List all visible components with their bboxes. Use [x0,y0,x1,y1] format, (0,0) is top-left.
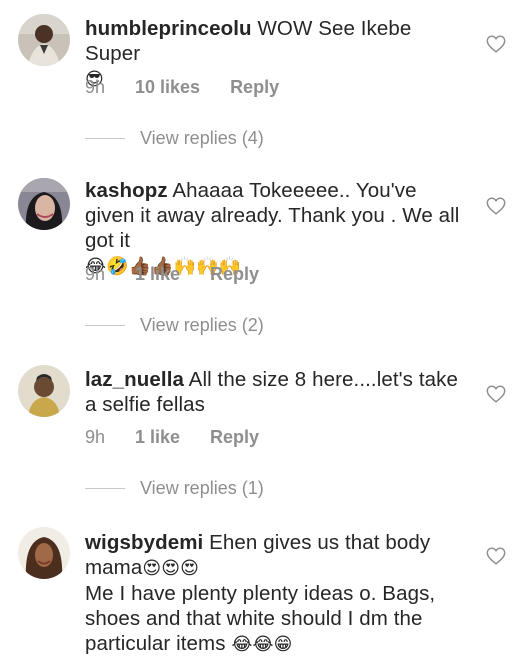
comment-body: laz_nuella All the size 8 here....let's … [85,367,470,417]
view-replies-label: View replies (4) [140,128,264,148]
comment-body: wigsbydemi Ehen gives us that body mama😍… [85,530,470,657]
avatar[interactable] [18,178,70,230]
heart-outline-icon[interactable] [485,545,507,567]
heart-outline-icon[interactable] [485,195,507,217]
comment-likes[interactable]: 10 likes [135,77,200,98]
divider-line [85,325,125,326]
comment-timestamp: 9h [85,427,106,447]
comment-emoji: 😍😍😍 [142,558,199,579]
divider-line [85,488,125,489]
heart-outline-icon[interactable] [485,383,507,405]
view-replies-button[interactable]: View replies (1) [85,478,264,499]
view-replies-label: View replies (2) [140,315,264,335]
comment-likes[interactable]: 1 like [135,427,180,448]
comment-timestamp: 9h [85,77,106,97]
comment-meta: 9h 10 likes Reply [85,77,279,98]
reply-button[interactable]: Reply [210,264,259,285]
comment-emoji: 😂😂😁 [231,634,293,655]
comment-meta: 9h 1 like Reply [85,264,259,285]
comment-username[interactable]: laz_nuella [85,368,184,391]
view-replies-button[interactable]: View replies (2) [85,315,264,336]
comment-username[interactable]: humbleprinceolu [85,17,252,40]
avatar[interactable] [18,14,70,66]
comment-meta: 9h 1 like Reply [85,427,259,448]
avatar[interactable] [18,527,70,579]
view-replies-label: View replies (1) [140,478,264,498]
reply-button[interactable]: Reply [230,77,279,98]
comment-timestamp: 9h [85,264,106,284]
heart-outline-icon[interactable] [485,33,507,55]
comment-username[interactable]: wigsbydemi [85,531,203,554]
comment-likes[interactable]: 1 like [135,264,180,285]
reply-button[interactable]: Reply [210,427,259,448]
divider-line [85,138,125,139]
avatar[interactable] [18,365,70,417]
comment-username[interactable]: kashopz [85,179,168,202]
view-replies-button[interactable]: View replies (4) [85,128,264,149]
